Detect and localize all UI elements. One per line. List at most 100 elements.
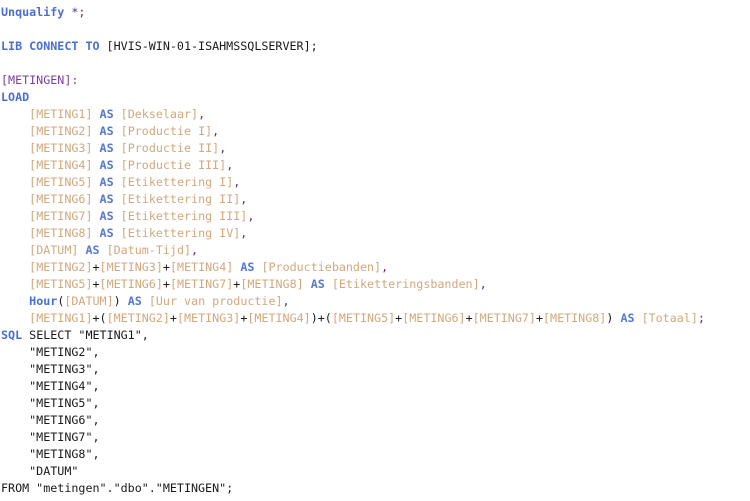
code-token: + [92,277,100,291]
code-line[interactable]: [DATUM] AS [Datum-Tijd], [0,242,750,259]
code-token: , [282,294,290,308]
code-token: AS [99,107,114,121]
code-line[interactable]: [METING5]+[METING6]+[METING7]+[METING8] … [0,276,750,293]
code-token: [Etikettering IV] [120,226,241,240]
code-token: + [535,311,543,325]
code-token: "METING3", [1,362,100,376]
code-token: "METING8", [1,447,100,461]
code-token: [Dekselaar] [120,107,199,121]
code-line[interactable]: "METING4", [0,378,750,395]
code-token: , [233,175,241,189]
code-line[interactable]: [METING1] AS [Dekselaar], [0,106,750,123]
code-token: [METING2] [106,311,170,325]
code-token: *; [71,5,86,19]
code-token: AS [85,243,100,257]
code-token: AS [99,226,114,240]
code-token: [METING4] [169,260,234,274]
code-token: [METING2] [29,260,93,274]
code-token: LOAD [1,90,30,104]
code-token: AS [99,209,114,223]
code-line[interactable]: "DATUM" [0,463,750,480]
code-token: , [240,192,248,206]
code-line[interactable]: Unqualify *; [0,4,750,21]
code-line[interactable]: "METING7", [0,429,750,446]
code-token: , [479,277,487,291]
code-token: [Etikettering II] [120,192,241,206]
code-token: [METING8] [29,226,93,240]
code-line[interactable]: [METING7] AS [Etikettering III], [0,208,750,225]
code-line[interactable]: "METING8", [0,446,750,463]
code-token: [Productiebanden] [261,260,382,274]
code-token: [METING3] [176,311,241,325]
code-token: [METING7] [169,277,234,291]
code-line[interactable]: "METING2", [0,344,750,361]
code-token: + [169,311,177,325]
code-line[interactable]: [METINGEN]: [0,72,750,89]
code-token: [Etikettering III] [120,209,248,223]
script-editor[interactable]: Unqualify *; LIB CONNECT TO [HVIS-WIN-01… [0,0,750,501]
code-line[interactable]: Hour([DATUM]) AS [Uur van productie], [0,293,750,310]
code-token: [METING6] [402,311,466,325]
code-token: , [240,226,248,240]
code-token: AS [620,311,635,325]
code-token: [METING8] [240,277,304,291]
code-token: [METING7] [472,311,536,325]
code-line[interactable]: SQL SELECT "METING1", [0,327,750,344]
code-line[interactable]: [METING6] AS [Etikettering II], [0,191,750,208]
code-token: [METING4] [247,311,311,325]
code-token: , [226,158,234,172]
code-line[interactable]: [METING3] AS [Productie II], [0,140,750,157]
code-line[interactable]: LIB CONNECT TO [HVIS-WIN-01-ISAHMSSQLSER… [0,38,750,55]
code-line[interactable]: "METING6", [0,412,750,429]
code-token: [Datum-Tijd] [106,243,192,257]
code-line[interactable]: [METING4] AS [Productie III], [0,157,750,174]
code-token: "METING2", [1,345,100,359]
code-token: [METING5] [29,175,93,189]
code-token: "METING4", [1,379,100,393]
code-token: AS [99,141,114,155]
code-line[interactable]: [METING1]+([METING2]+[METING3]+[METING4]… [0,310,750,327]
code-line[interactable]: "METING5", [0,395,750,412]
code-token: , [212,124,220,138]
code-token: AS [127,294,142,308]
code-token: , [191,243,199,257]
code-token: LIB CONNECT TO [1,39,100,53]
code-token: , [198,107,206,121]
code-token: "METING5", [1,396,100,410]
code-token: [Uur van productie] [148,294,283,308]
code-token: [METING5] [29,277,93,291]
code-line[interactable]: LOAD [0,89,750,106]
code-token: [Productie III] [120,158,227,172]
code-line[interactable]: [METING5] AS [Etikettering I], [0,174,750,191]
code-line[interactable]: "METING3", [0,361,750,378]
code-line[interactable]: FROM "metingen"."dbo"."METINGEN"; [0,480,750,497]
code-line[interactable]: [METING8] AS [Etikettering IV], [0,225,750,242]
code-line[interactable]: [METING2]+[METING3]+[METING4] AS [Produc… [0,259,750,276]
code-token: Unqualify [1,5,65,19]
code-token: [METING1] [29,311,93,325]
code-token: [METING6] [99,277,163,291]
code-line[interactable]: [METING2] AS [Productie I], [0,123,750,140]
code-token: SELECT "METING1", [22,328,149,342]
